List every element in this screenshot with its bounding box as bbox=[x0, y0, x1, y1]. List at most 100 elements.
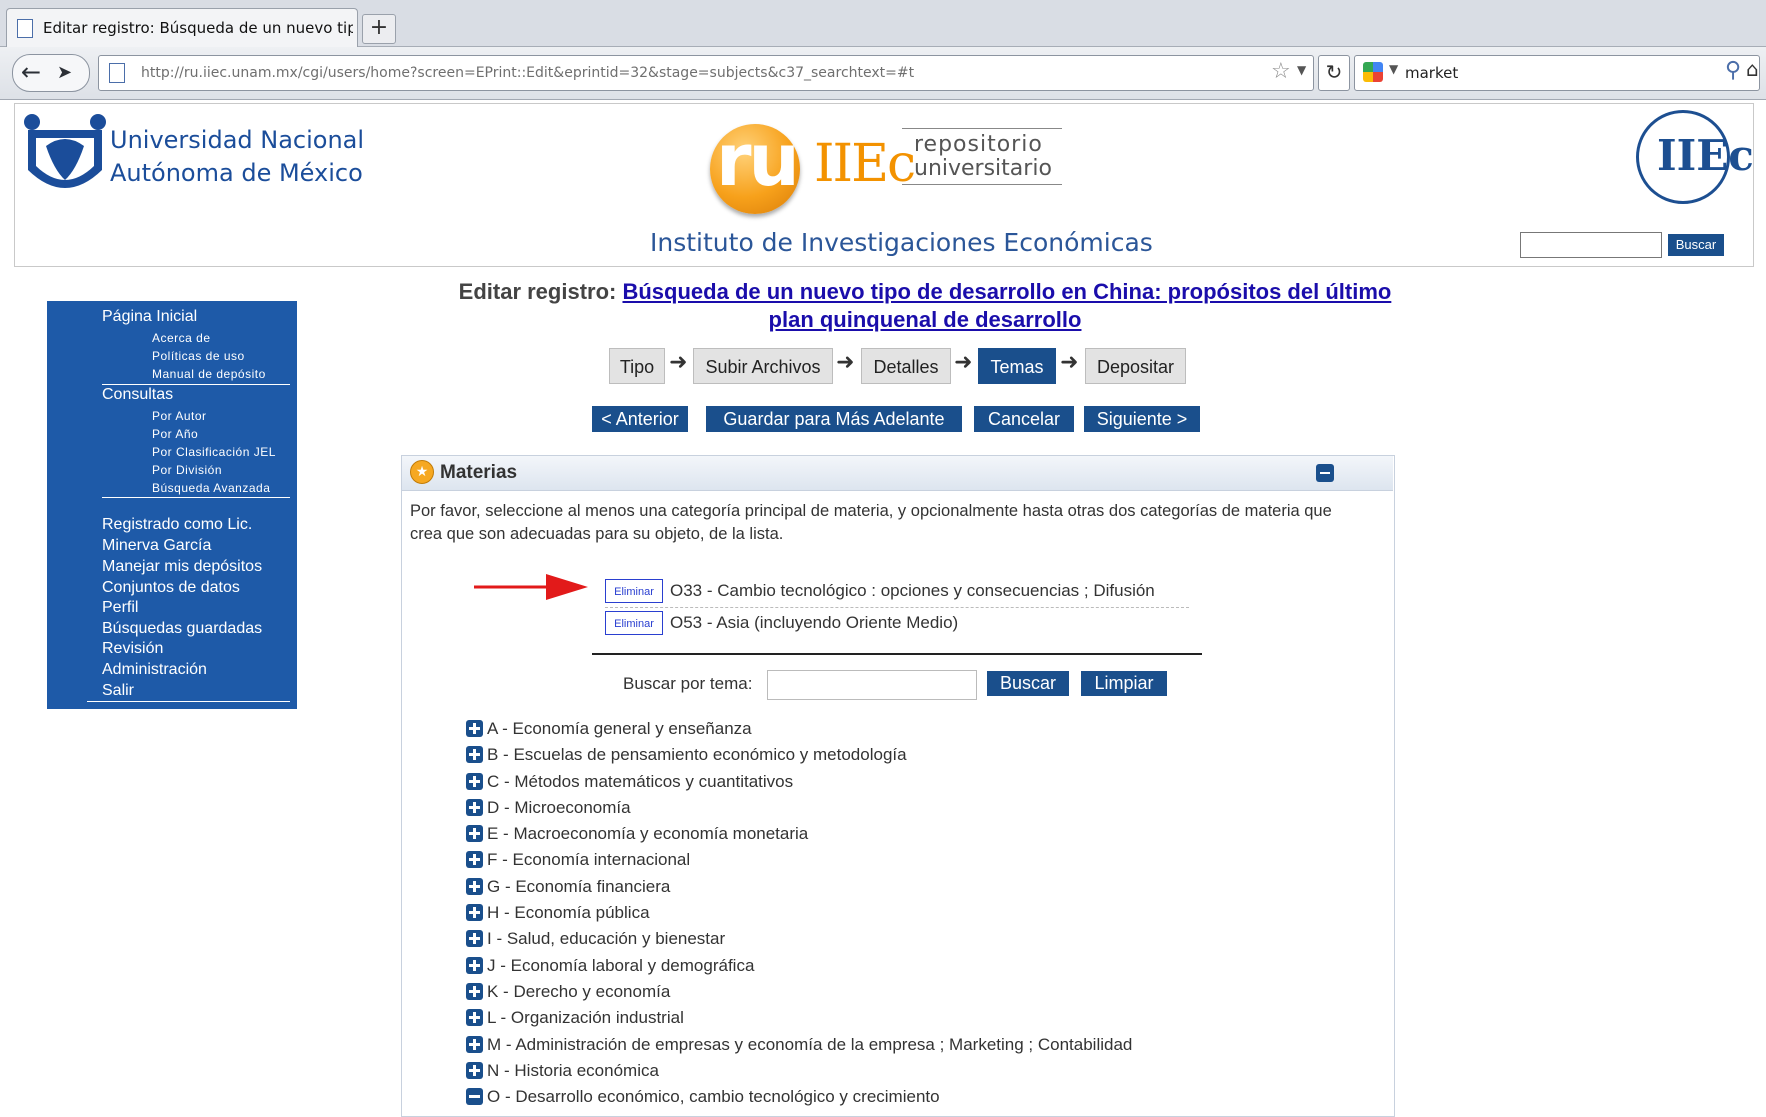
tree-item-label[interactable]: K - Derecho y economía bbox=[487, 982, 670, 1001]
expand-plus-icon[interactable] bbox=[466, 878, 483, 895]
tree-item-label[interactable]: L - Organización industrial bbox=[487, 1008, 684, 1027]
sidebar-item-conjuntos[interactable]: Conjuntos de datos bbox=[102, 579, 240, 597]
expand-plus-icon[interactable] bbox=[466, 746, 483, 763]
site-search-input[interactable] bbox=[1520, 232, 1662, 258]
tree-item-label[interactable]: E - Macroeconomía y economía monetaria bbox=[487, 824, 808, 843]
sidebar-item-manual[interactable]: Manual de depósito bbox=[152, 367, 266, 381]
next-button[interactable]: Siguiente > bbox=[1084, 406, 1200, 432]
address-bar[interactable]: http://ru.iiec.unam.mx/cgi/users/home?sc… bbox=[98, 55, 1314, 91]
tree-item-label[interactable]: M - Administración de empresas y economí… bbox=[487, 1035, 1132, 1054]
expand-plus-icon[interactable] bbox=[466, 720, 483, 737]
expand-plus-icon[interactable] bbox=[466, 851, 483, 868]
tree-item[interactable]: K - Derecho y economía bbox=[466, 982, 670, 1002]
tree-item[interactable]: D - Microeconomía bbox=[466, 798, 631, 818]
tree-item[interactable]: B - Escuelas de pensamiento económico y … bbox=[466, 745, 907, 765]
sidebar-item-pagina-inicial[interactable]: Página Inicial bbox=[102, 308, 197, 326]
sidebar-item-acerca[interactable]: Acerca de bbox=[152, 331, 211, 345]
tree-item-label[interactable]: G - Economía financiera bbox=[487, 877, 670, 896]
chevron-down-icon[interactable]: ▼ bbox=[1389, 62, 1398, 76]
tree-item[interactable]: J - Economía laboral y demográfica bbox=[466, 956, 754, 976]
step-detalles[interactable]: Detalles bbox=[861, 348, 951, 384]
sidebar-item-busqueda-avanzada[interactable]: Búsqueda Avanzada bbox=[152, 481, 270, 495]
back-arrow-icon[interactable]: ← bbox=[21, 58, 41, 86]
tree-item-label[interactable]: N - Historia económica bbox=[487, 1061, 659, 1080]
tree-item[interactable]: A - Economía general y enseñanza bbox=[466, 719, 752, 739]
expand-plus-icon[interactable] bbox=[466, 1009, 483, 1026]
tree-item[interactable]: G - Economía financiera bbox=[466, 877, 670, 897]
cancel-button[interactable]: Cancelar bbox=[974, 406, 1074, 432]
unam-crest-logo[interactable] bbox=[22, 110, 108, 206]
new-tab-button[interactable]: + bbox=[362, 14, 396, 44]
tree-item[interactable]: N - Historia económica bbox=[466, 1061, 659, 1081]
previous-button[interactable]: < Anterior bbox=[592, 406, 688, 432]
record-title-link[interactable]: Búsqueda de un nuevo tipo de desarrollo … bbox=[622, 279, 1391, 304]
expand-plus-icon[interactable] bbox=[466, 1062, 483, 1079]
sidebar-item-revision[interactable]: Revisión bbox=[102, 640, 163, 658]
tree-item[interactable]: E - Macroeconomía y economía monetaria bbox=[466, 824, 808, 844]
sidebar-item-politicas[interactable]: Políticas de uso bbox=[152, 349, 245, 363]
step-subir-archivos[interactable]: Subir Archivos bbox=[693, 348, 833, 384]
expand-plus-icon[interactable] bbox=[466, 773, 483, 790]
reload-icon[interactable]: ↻ bbox=[1318, 55, 1350, 91]
collapse-icon[interactable] bbox=[1316, 464, 1334, 482]
tree-item-label[interactable]: I - Salud, educación y bienestar bbox=[487, 929, 725, 948]
search-icon[interactable]: ⚲ bbox=[1725, 58, 1741, 83]
step-depositar[interactable]: Depositar bbox=[1085, 348, 1186, 384]
tree-item[interactable]: O - Desarrollo económico, cambio tecnoló… bbox=[466, 1087, 940, 1107]
tree-item-label[interactable]: D - Microeconomía bbox=[487, 798, 631, 817]
sidebar-item-perfil[interactable]: Perfil bbox=[102, 599, 138, 617]
browser-search-box[interactable]: ▼ market ⚲ bbox=[1354, 55, 1760, 91]
site-search-button[interactable]: Buscar bbox=[1668, 234, 1724, 256]
expand-plus-icon[interactable] bbox=[466, 930, 483, 947]
tree-item[interactable]: C - Métodos matemáticos y cuantitativos bbox=[466, 772, 793, 792]
sidebar-item-por-division[interactable]: Por División bbox=[152, 463, 222, 477]
step-temas[interactable]: Temas bbox=[978, 348, 1056, 384]
back-forward-buttons[interactable]: ← ➤ bbox=[12, 54, 90, 92]
tree-item-label[interactable]: B - Escuelas de pensamiento económico y … bbox=[487, 745, 907, 764]
url-text[interactable]: http://ru.iiec.unam.mx/cgi/users/home?sc… bbox=[141, 56, 914, 90]
browser-tab[interactable]: Editar registro: Búsqueda de un nuevo ti… bbox=[6, 8, 358, 47]
tree-item-label[interactable]: C - Métodos matemáticos y cuantitativos bbox=[487, 772, 793, 791]
tree-item[interactable]: L - Organización industrial bbox=[466, 1008, 684, 1028]
tree-item[interactable]: F - Economía internacional bbox=[466, 850, 690, 870]
topic-search-button[interactable]: Buscar bbox=[987, 671, 1069, 696]
tree-item[interactable]: I - Salud, educación y bienestar bbox=[466, 929, 725, 949]
remove-subject-button[interactable]: Eliminar bbox=[605, 579, 663, 603]
iiec-seal-logo[interactable]: IIEc bbox=[1636, 110, 1754, 204]
tree-item-label[interactable]: O - Desarrollo económico, cambio tecnoló… bbox=[487, 1087, 940, 1106]
sidebar-item-por-anio[interactable]: Por Año bbox=[152, 427, 198, 441]
topic-search-input[interactable] bbox=[767, 670, 977, 700]
tree-item[interactable]: M - Administración de empresas y economí… bbox=[466, 1035, 1132, 1055]
sidebar-item-salir[interactable]: Salir bbox=[102, 682, 134, 700]
forward-arrow-icon[interactable]: ➤ bbox=[57, 62, 72, 83]
tree-item-label[interactable]: F - Economía internacional bbox=[487, 850, 690, 869]
expand-plus-icon[interactable] bbox=[466, 799, 483, 816]
clear-button[interactable]: Limpiar bbox=[1081, 671, 1167, 696]
tree-item-label[interactable]: J - Economía laboral y demográfica bbox=[487, 956, 754, 975]
save-for-later-button[interactable]: Guardar para Más Adelante bbox=[706, 406, 962, 432]
sidebar-item-administracion[interactable]: Administración bbox=[102, 661, 207, 679]
tree-item-label[interactable]: H - Economía pública bbox=[487, 903, 650, 922]
tree-item-label[interactable]: A - Economía general y enseñanza bbox=[487, 719, 752, 738]
sidebar-item-por-jel[interactable]: Por Clasificación JEL bbox=[152, 445, 276, 459]
expand-plus-icon[interactable] bbox=[466, 983, 483, 1000]
record-title-link-line2[interactable]: plan quinquenal de desarrollo bbox=[769, 307, 1082, 332]
arrow-right-icon: ➜ bbox=[954, 350, 973, 375]
sidebar-item-manejar[interactable]: Manejar mis depósitos bbox=[102, 558, 262, 576]
sidebar-item-por-autor[interactable]: Por Autor bbox=[152, 409, 207, 423]
sidebar-item-busquedas[interactable]: Búsquedas guardadas bbox=[102, 620, 262, 638]
sidebar-item-consultas[interactable]: Consultas bbox=[102, 386, 173, 404]
search-query[interactable]: market bbox=[1405, 56, 1458, 90]
expand-plus-icon[interactable] bbox=[466, 957, 483, 974]
tree-item[interactable]: H - Economía pública bbox=[466, 903, 650, 923]
google-icon[interactable] bbox=[1363, 62, 1383, 82]
bookmark-star-icon[interactable]: ☆ bbox=[1271, 59, 1291, 84]
expand-plus-icon[interactable] bbox=[466, 825, 483, 842]
collapse-minus-icon[interactable] bbox=[466, 1088, 483, 1105]
chevron-down-icon[interactable]: ▼ bbox=[1297, 63, 1306, 77]
remove-subject-button[interactable]: Eliminar bbox=[605, 611, 663, 635]
home-icon[interactable]: ⌂ bbox=[1746, 57, 1766, 87]
expand-plus-icon[interactable] bbox=[466, 904, 483, 921]
step-tipo[interactable]: Tipo bbox=[609, 348, 665, 384]
expand-plus-icon[interactable] bbox=[466, 1036, 483, 1053]
